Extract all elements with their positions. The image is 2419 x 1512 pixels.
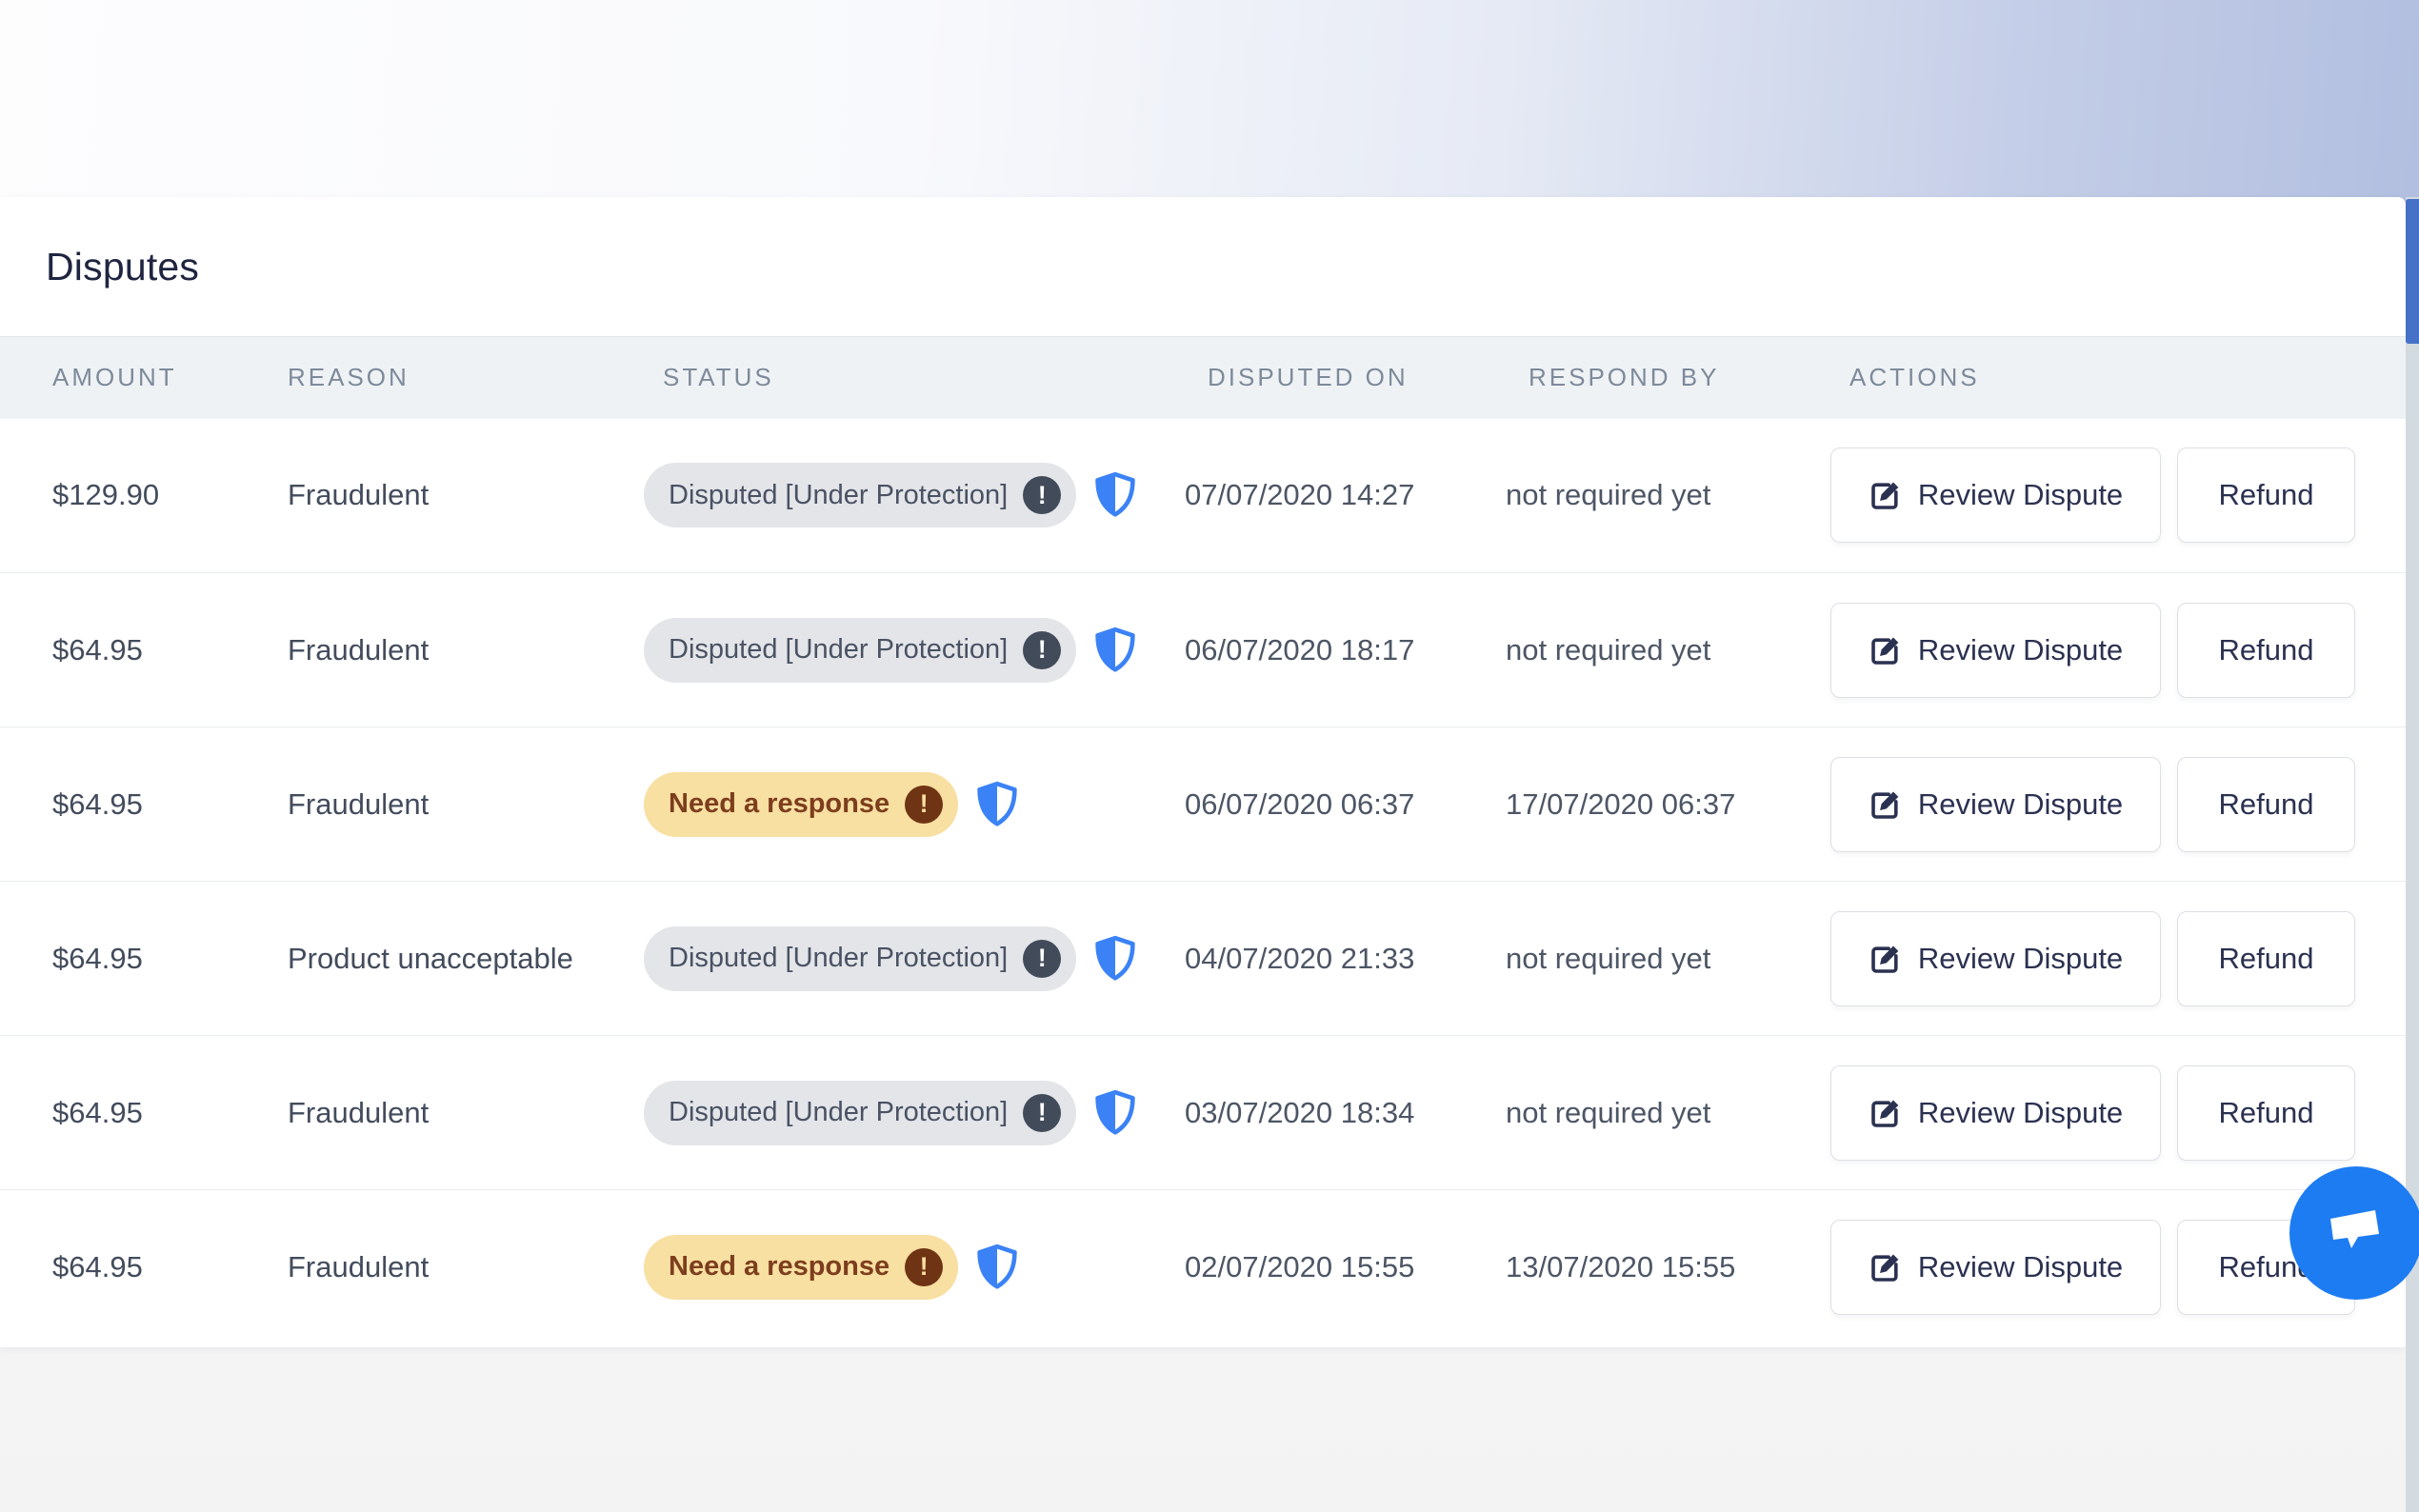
- refund-label: Refund: [2219, 942, 2314, 976]
- disputed-on-date: 04/07/2020 21:33: [1185, 882, 1506, 1036]
- review-dispute-label: Review Dispute: [1918, 633, 2123, 667]
- disputes-table: AMOUNT REASON STATUS DISPUTED ON RESPOND…: [0, 336, 2406, 1344]
- status-badge-label: Disputed [Under Protection]: [669, 943, 1008, 974]
- status-badge-label: Need a response: [669, 1251, 890, 1283]
- exclamation-circle-icon: !: [905, 786, 943, 824]
- dispute-reason: Fraudulent: [265, 727, 640, 882]
- column-header-reason: REASON: [265, 337, 640, 419]
- edit-pencil-icon: [1869, 1096, 1903, 1130]
- review-dispute-button[interactable]: Review Dispute: [1830, 603, 2161, 698]
- respond-by-date: 17/07/2020 06:37: [1506, 727, 1827, 882]
- refund-label: Refund: [2219, 478, 2314, 512]
- respond-by-date: not required yet: [1506, 419, 1827, 573]
- status-badge-label: Need a response: [669, 788, 890, 820]
- table-header-row: AMOUNT REASON STATUS DISPUTED ON RESPOND…: [0, 337, 2406, 419]
- page-title: Disputes: [46, 245, 199, 289]
- table-row: $64.95 Fraudulent Disputed [Under Protec…: [0, 1036, 2406, 1190]
- status-badge: Need a response !: [644, 772, 958, 837]
- table-row: $64.95 Fraudulent Need a response ! 02/0…: [0, 1190, 2406, 1344]
- refund-button[interactable]: Refund: [2177, 911, 2355, 1006]
- refund-label: Refund: [2219, 1096, 2314, 1130]
- column-header-status: STATUS: [640, 337, 1185, 419]
- respond-by-date: not required yet: [1506, 882, 1827, 1036]
- card-header: Disputes: [0, 197, 2406, 336]
- review-dispute-button[interactable]: Review Dispute: [1830, 757, 2161, 852]
- refund-label: Refund: [2219, 787, 2314, 822]
- protection-shield-icon: [1093, 471, 1137, 519]
- protection-shield-icon: [975, 1243, 1019, 1291]
- status-badge-label: Disputed [Under Protection]: [669, 634, 1008, 666]
- scrollbar-thumb[interactable]: [2406, 199, 2419, 344]
- refund-button[interactable]: Refund: [2177, 1065, 2355, 1161]
- chat-launcher-button[interactable]: [2289, 1166, 2419, 1300]
- respond-by-date: not required yet: [1506, 1036, 1827, 1190]
- review-dispute-label: Review Dispute: [1918, 1250, 2123, 1284]
- disputes-card: Disputes AMOUNT REASON STATUS DISPUTED O…: [0, 197, 2406, 1347]
- status-badge: Need a response !: [644, 1235, 958, 1300]
- dispute-amount: $64.95: [0, 882, 265, 1036]
- review-dispute-button[interactable]: Review Dispute: [1830, 1065, 2161, 1161]
- status-badge-label: Disputed [Under Protection]: [669, 1097, 1008, 1128]
- dispute-reason: Fraudulent: [265, 419, 640, 573]
- column-header-actions: ACTIONS: [1827, 337, 2406, 419]
- disputed-on-date: 06/07/2020 18:17: [1185, 573, 1506, 727]
- table-row: $64.95 Product unacceptable Disputed [Un…: [0, 882, 2406, 1036]
- dispute-amount: $64.95: [0, 727, 265, 882]
- protection-shield-icon: [1093, 1089, 1137, 1137]
- review-dispute-label: Review Dispute: [1918, 942, 2123, 976]
- disputed-on-date: 06/07/2020 06:37: [1185, 727, 1506, 882]
- edit-pencil-icon: [1869, 942, 1903, 976]
- column-header-amount: AMOUNT: [0, 337, 265, 419]
- page-background-gradient: [0, 0, 2419, 202]
- edit-pencil-icon: [1869, 1250, 1903, 1284]
- column-header-respond-by: RESPOND BY: [1506, 337, 1827, 419]
- dispute-amount: $129.90: [0, 419, 265, 573]
- respond-by-date: 13/07/2020 15:55: [1506, 1190, 1827, 1344]
- respond-by-date: not required yet: [1506, 573, 1827, 727]
- disputed-on-date: 03/07/2020 18:34: [1185, 1036, 1506, 1190]
- edit-pencil-icon: [1869, 787, 1903, 822]
- edit-pencil-icon: [1869, 633, 1903, 667]
- column-header-disputed-on: DISPUTED ON: [1185, 337, 1506, 419]
- scrollbar-track[interactable]: [2406, 197, 2419, 1512]
- dispute-reason: Product unacceptable: [265, 882, 640, 1036]
- refund-button[interactable]: Refund: [2177, 603, 2355, 698]
- table-row: $64.95 Fraudulent Need a response ! 06/0…: [0, 727, 2406, 882]
- review-dispute-label: Review Dispute: [1918, 1096, 2123, 1130]
- dispute-reason: Fraudulent: [265, 1190, 640, 1344]
- edit-pencil-icon: [1869, 478, 1903, 512]
- review-dispute-button[interactable]: Review Dispute: [1830, 448, 2161, 543]
- status-badge: Disputed [Under Protection] !: [644, 1081, 1076, 1145]
- refund-button[interactable]: Refund: [2177, 757, 2355, 852]
- exclamation-circle-icon: !: [1023, 940, 1061, 978]
- protection-shield-icon: [1093, 627, 1137, 674]
- exclamation-circle-icon: !: [1023, 631, 1061, 669]
- disputed-on-date: 02/07/2020 15:55: [1185, 1190, 1506, 1344]
- table-row: $129.90 Fraudulent Disputed [Under Prote…: [0, 419, 2406, 573]
- review-dispute-label: Review Dispute: [1918, 478, 2123, 512]
- refund-label: Refund: [2219, 633, 2314, 667]
- dispute-amount: $64.95: [0, 573, 265, 727]
- dispute-reason: Fraudulent: [265, 573, 640, 727]
- disputed-on-date: 07/07/2020 14:27: [1185, 419, 1506, 573]
- status-badge-label: Disputed [Under Protection]: [669, 480, 1008, 511]
- review-dispute-label: Review Dispute: [1918, 787, 2123, 822]
- status-badge: Disputed [Under Protection] !: [644, 463, 1076, 527]
- status-badge: Disputed [Under Protection] !: [644, 618, 1076, 683]
- dispute-reason: Fraudulent: [265, 1036, 640, 1190]
- dispute-amount: $64.95: [0, 1036, 265, 1190]
- status-badge: Disputed [Under Protection] !: [644, 926, 1076, 991]
- exclamation-circle-icon: !: [1023, 476, 1061, 514]
- exclamation-circle-icon: !: [905, 1248, 943, 1286]
- exclamation-circle-icon: !: [1023, 1094, 1061, 1132]
- review-dispute-button[interactable]: Review Dispute: [1830, 911, 2161, 1006]
- chat-bubble-icon: [2325, 1206, 2388, 1260]
- refund-button[interactable]: Refund: [2177, 448, 2355, 543]
- protection-shield-icon: [1093, 935, 1137, 983]
- review-dispute-button[interactable]: Review Dispute: [1830, 1220, 2161, 1315]
- dispute-amount: $64.95: [0, 1190, 265, 1344]
- table-row: $64.95 Fraudulent Disputed [Under Protec…: [0, 573, 2406, 727]
- protection-shield-icon: [975, 781, 1019, 828]
